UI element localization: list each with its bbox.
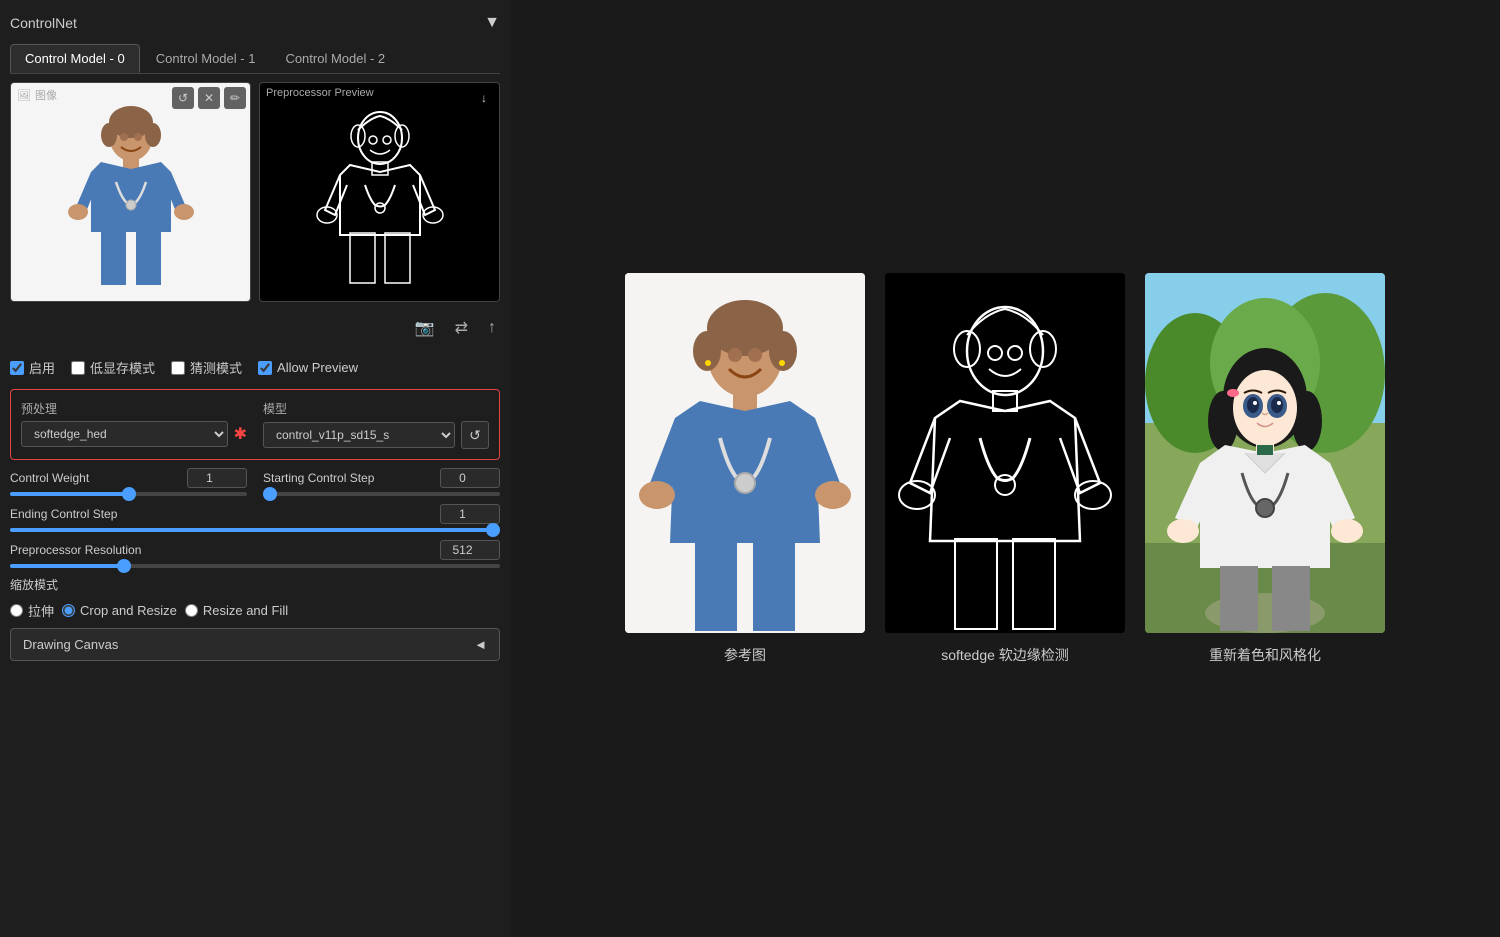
preprocessor-select[interactable]: softedge_hed softedge_hedsafe softedge_p… <box>21 421 228 447</box>
preproc-res-header: Preprocessor Resolution <box>10 540 500 560</box>
image-row: 🖼 图像 ↺ ✕ ✏ <box>10 82 500 302</box>
preprocessor-preview-content <box>260 83 499 301</box>
preprocessor-preview-label: Preprocessor Preview <box>266 87 374 99</box>
left-panel: ControlNet ▼ Control Model - 0 Control M… <box>0 0 510 937</box>
result-anime-image <box>1145 273 1385 633</box>
model-section: 预处理 softedge_hed softedge_hedsafe softed… <box>10 389 500 460</box>
original-image-label: 🖼 图像 <box>17 87 57 103</box>
result-anime-svg <box>1145 273 1385 633</box>
collapse-icon[interactable]: ▼ <box>484 14 500 32</box>
result-silhouette-item: softedge 软边缘检测 <box>885 273 1125 665</box>
preprocessor-res-input[interactable] <box>440 540 500 560</box>
swap-btn[interactable]: ⇄ <box>451 314 472 342</box>
checkbox-row: 启用 低显存模式 猜测模式 Allow Preview <box>10 354 500 381</box>
model-row: 预处理 softedge_hed softedge_hedsafe softed… <box>21 400 489 449</box>
control-weight-col: Control Weight <box>10 468 247 496</box>
tabs-container: Control Model - 0 Control Model - 1 Cont… <box>10 44 500 74</box>
action-row: 📷 ⇄ ↑ <box>10 310 500 346</box>
model-select[interactable]: control_v11p_sd15_s control_v11p_sd15_ca… <box>263 422 455 448</box>
control-weight-header: Control Weight <box>10 468 247 488</box>
silhouette-svg <box>305 100 455 285</box>
panel-header: ControlNet ▼ <box>10 10 500 36</box>
close-image-btn[interactable]: ✕ <box>198 87 220 109</box>
low-vram-checkbox[interactable]: 低显存模式 <box>71 358 155 377</box>
resize-fill-option[interactable]: Resize and Fill <box>185 601 288 620</box>
zoom-options: 拉伸 Crop and Resize Resize and Fill <box>10 601 500 620</box>
panel-title: ControlNet <box>10 15 77 31</box>
download-preview-btn[interactable]: ↓ <box>473 87 495 109</box>
upload-btn[interactable]: ↑ <box>484 314 500 342</box>
ending-step-slider[interactable] <box>10 528 500 532</box>
enable-checkbox[interactable]: 启用 <box>10 358 55 377</box>
tab-control-1[interactable]: Control Model - 1 <box>142 44 270 73</box>
result-silhouette-caption: softedge 软边缘检测 <box>941 645 1069 665</box>
right-panel: 参考图 <box>510 0 1500 937</box>
model-col: 模型 control_v11p_sd15_s control_v11p_sd15… <box>263 400 489 449</box>
result-anime-caption: 重新着色和风格化 <box>1209 645 1321 665</box>
stretch-option[interactable]: 拉伸 <box>10 601 54 620</box>
starting-step-input[interactable] <box>440 468 500 488</box>
image-icon: 🖼 <box>17 89 31 102</box>
zoom-label: 缩放模式 <box>10 576 500 593</box>
preprocessor-preview-box: Preprocessor Preview ↓ <box>259 82 500 302</box>
refresh-model-btn[interactable]: ↺ <box>461 421 489 449</box>
tab-control-2[interactable]: Control Model - 2 <box>271 44 399 73</box>
starting-step-header: Starting Control Step <box>263 468 500 488</box>
drawing-canvas-label: Drawing Canvas <box>23 637 118 652</box>
preprocessor-col: 预处理 softedge_hed softedge_hedsafe softed… <box>21 400 247 449</box>
ending-step-input[interactable] <box>440 504 500 524</box>
starting-step-slider[interactable] <box>263 492 500 496</box>
preprocessor-res-slider[interactable] <box>10 564 500 568</box>
weight-step-sliders: Control Weight Starting Control Step <box>10 468 500 496</box>
result-photo-image <box>625 273 865 633</box>
preprocessor-label: 预处理 <box>21 400 247 417</box>
result-photo-caption: 参考图 <box>724 645 766 665</box>
edit-image-btn[interactable]: ✏ <box>224 87 246 109</box>
refresh-image-btn[interactable]: ↺ <box>172 87 194 109</box>
control-weight-input[interactable] <box>187 468 247 488</box>
original-image-content <box>11 83 250 301</box>
ending-step-header: Ending Control Step <box>10 504 500 524</box>
result-photo-svg <box>625 273 865 633</box>
preprocessor-controls: ↓ <box>473 87 495 109</box>
model-label: 模型 <box>263 400 489 417</box>
preprocessor-res-section: Preprocessor Resolution <box>10 540 500 568</box>
ending-step-label: Ending Control Step <box>10 507 117 521</box>
control-weight-slider[interactable] <box>10 492 247 496</box>
allow-preview-checkbox[interactable]: Allow Preview <box>258 360 358 375</box>
control-weight-label: Control Weight <box>10 471 89 485</box>
preprocessor-res-label: Preprocessor Resolution <box>10 543 141 557</box>
drawing-canvas-icon: ◄ <box>474 637 487 652</box>
image-controls: ↺ ✕ ✏ <box>172 87 246 109</box>
result-anime-item: 重新着色和风格化 <box>1145 273 1385 665</box>
zoom-section: 缩放模式 拉伸 Crop and Resize Resize and Fill <box>10 576 500 620</box>
result-silhouette-image <box>885 273 1125 633</box>
preprocessor-select-row: softedge_hed softedge_hedsafe softedge_p… <box>21 421 247 447</box>
camera-btn[interactable]: 📷 <box>411 314 439 342</box>
ending-step-row: Ending Control Step <box>10 504 500 532</box>
original-image-box: 🖼 图像 ↺ ✕ ✏ <box>10 82 251 302</box>
nurse-figure-svg <box>56 97 206 287</box>
star-icon: ✱ <box>234 424 247 444</box>
result-photo-item: 参考图 <box>625 273 865 665</box>
crop-resize-option[interactable]: Crop and Resize <box>62 601 177 620</box>
result-silhouette-svg <box>885 273 1125 633</box>
tab-control-0[interactable]: Control Model - 0 <box>10 44 140 73</box>
starting-step-col: Starting Control Step <box>263 468 500 496</box>
guess-mode-checkbox[interactable]: 猜测模式 <box>171 358 242 377</box>
starting-step-label: Starting Control Step <box>263 471 374 485</box>
model-select-row: control_v11p_sd15_s control_v11p_sd15_ca… <box>263 421 489 449</box>
drawing-canvas-row[interactable]: Drawing Canvas ◄ <box>10 628 500 661</box>
